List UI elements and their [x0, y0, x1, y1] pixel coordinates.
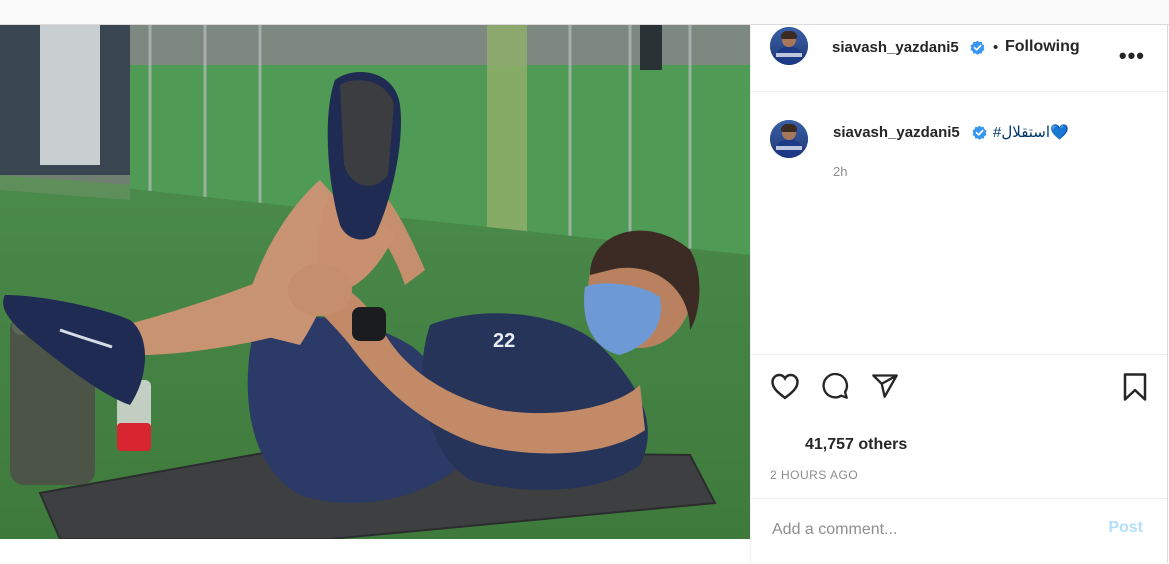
actions-section: 41,757 others 2 HOURS AGO	[751, 354, 1167, 515]
svg-text:22: 22	[493, 330, 515, 352]
comment-icon[interactable]	[820, 372, 850, 400]
comment-input[interactable]	[770, 517, 1094, 543]
caption-username[interactable]: siavash_yazdani5	[833, 124, 960, 141]
header-username[interactable]: siavash_yazdani5	[832, 39, 959, 56]
caption-area: siavash_yazdani5 #استقلال💙 2h	[751, 92, 1167, 354]
avatar[interactable]	[770, 27, 808, 65]
post-photo[interactable]: 22	[0, 25, 750, 539]
caption-text: #استقلال💙	[993, 123, 1069, 141]
comment-bar: Post	[751, 498, 1167, 563]
more-options-icon[interactable]: •••	[1119, 43, 1145, 69]
verified-icon	[970, 40, 985, 55]
likes-count[interactable]: 41,757 others	[805, 436, 907, 454]
heart-icon[interactable]	[770, 372, 800, 400]
caption-timestamp[interactable]: 2h	[833, 164, 847, 179]
bookmark-icon[interactable]	[1121, 372, 1149, 402]
post-age[interactable]: 2 HOURS AGO	[770, 468, 858, 482]
post-sidebar: siavash_yazdani5 • Following ••• siavash…	[750, 25, 1168, 563]
share-icon[interactable]	[870, 372, 900, 400]
caption-avatar[interactable]	[770, 120, 808, 158]
post-comment-button[interactable]: Post	[1108, 519, 1143, 537]
following-button[interactable]: Following	[1005, 38, 1080, 56]
post-image: 22	[0, 25, 750, 539]
post-header: siavash_yazdani5 • Following •••	[751, 25, 1167, 92]
hashtag-link[interactable]: #استقلال	[993, 124, 1050, 141]
post-frame: 22 siavash_yazdani5 • Following ••• siav…	[0, 24, 1169, 564]
blue-heart-emoji: 💙	[1050, 124, 1069, 141]
follow-separator: •	[993, 39, 999, 56]
verified-icon	[972, 125, 987, 140]
